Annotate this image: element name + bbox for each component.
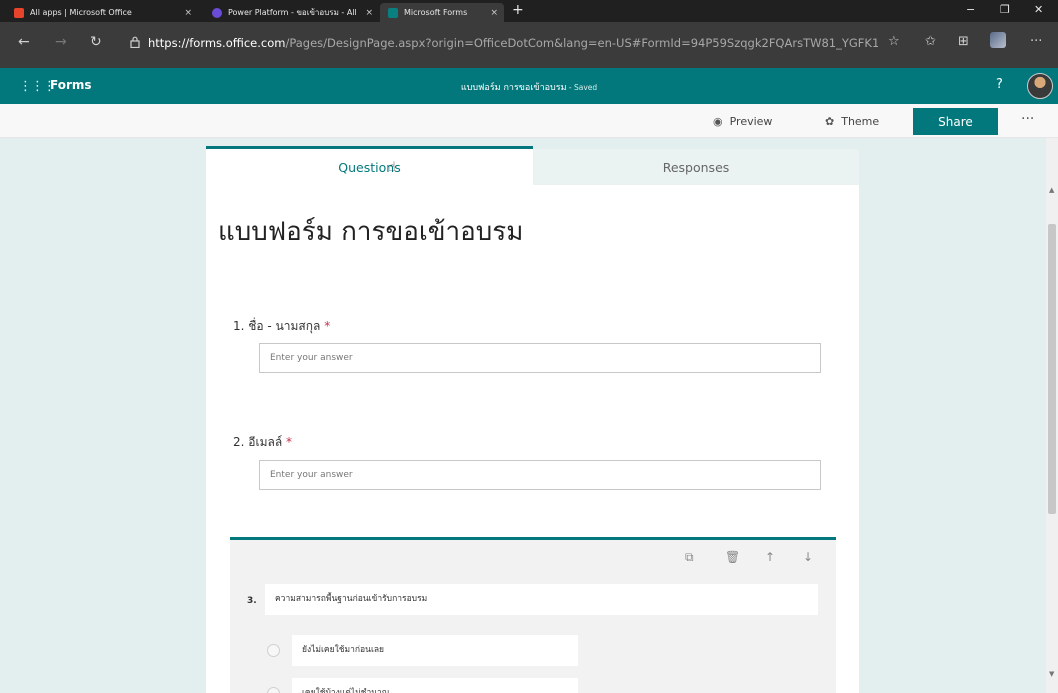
favorites-icon[interactable]: ✩ <box>925 34 936 49</box>
tab-close-icon[interactable]: × <box>184 8 192 18</box>
document-title: แบบฟอร์ม การขอเข้าอบรม - Saved <box>0 80 1058 94</box>
question-2-text: 2. อีเมลล์ <box>233 435 283 449</box>
office-icon <box>14 7 24 18</box>
power-platform-icon <box>212 7 222 18</box>
lock-icon <box>130 36 140 48</box>
forward-icon[interactable]: → <box>55 34 67 50</box>
collections-icon[interactable]: ⊞ <box>958 34 969 49</box>
question-1-label: 1. ชื่อ - นามสกุล * <box>233 317 330 336</box>
browser-tab-power-platform[interactable]: Power Platform - ขอเข้าอบรม - All × <box>204 3 379 22</box>
scroll-thumb[interactable] <box>1048 224 1056 514</box>
question-2-label: 2. อีเมลล์ * <box>233 433 292 452</box>
tab-close-icon[interactable]: × <box>490 8 498 18</box>
back-icon[interactable]: ← <box>18 34 30 50</box>
help-icon[interactable]: ? <box>996 77 1003 92</box>
option-2-radio[interactable] <box>267 687 280 693</box>
scroll-up-icon[interactable]: ▲ <box>1049 186 1054 194</box>
tab-title: Power Platform - ขอเข้าอบรม - All <box>228 8 357 17</box>
question-3-text-input[interactable]: ความสามารถพื้นฐานก่อนเข้ารับการอบรม <box>265 584 818 615</box>
preview-label: Preview <box>729 115 773 128</box>
option-1-radio[interactable] <box>267 644 280 657</box>
forms-header: ⋮⋮⋮ Forms แบบฟอร์ม การขอเข้าอบรม - Saved… <box>0 68 1058 104</box>
url-host: forms.office.com <box>189 36 286 50</box>
preview-button[interactable]: ◉ Preview <box>713 115 772 128</box>
url-field[interactable]: https://forms.office.com/Pages/DesignPag… <box>148 36 878 50</box>
user-avatar[interactable] <box>1027 73 1053 99</box>
form-canvas: Questions Responses ☝ แบบฟอร์ม การขอเข้า… <box>0 138 1046 693</box>
vertical-scrollbar[interactable]: ▲ ▼ <box>1046 138 1058 693</box>
refresh-icon[interactable]: ↻ <box>90 34 102 50</box>
form-card: แบบฟอร์ม การขอเข้าอบรม 1. ชื่อ - นามสกุล… <box>206 185 859 693</box>
browser-profile-icon[interactable] <box>990 32 1006 48</box>
minimize-icon[interactable]: − <box>966 3 975 16</box>
tab-title: All apps | Microsoft Office <box>30 8 132 17</box>
new-tab-button[interactable]: + <box>512 2 524 18</box>
option-2-input[interactable]: เคยใช้บ้างแต่ไม่ชำนาญ <box>292 678 578 693</box>
question-2-answer-input[interactable]: Enter your answer <box>259 460 821 490</box>
required-asterisk: * <box>286 435 293 449</box>
tab-questions[interactable]: Questions <box>206 146 533 185</box>
move-down-icon[interactable]: ↓ <box>803 550 813 564</box>
question-3-editor[interactable]: ⧉ 🗑 ↑ ↓ 3. ความสามารถพื้นฐานก่อนเข้ารับก… <box>230 537 836 693</box>
tab-close-icon[interactable]: × <box>365 8 373 18</box>
tab-responses[interactable]: Responses <box>533 149 859 185</box>
scroll-down-icon[interactable]: ▼ <box>1049 670 1054 678</box>
more-options-icon[interactable]: ··· <box>1021 111 1034 127</box>
command-bar: ◉ Preview ✿ Theme Share ··· <box>0 104 1058 138</box>
document-title-text: แบบฟอร์ม การขอเข้าอบรม <box>460 83 567 93</box>
save-status: - Saved <box>566 83 598 92</box>
move-up-icon[interactable]: ↑ <box>765 550 775 564</box>
palette-icon: ✿ <box>825 115 835 128</box>
question-1-text: 1. ชื่อ - นามสกุล <box>233 319 321 333</box>
theme-button[interactable]: ✿ Theme <box>825 115 879 128</box>
copy-question-icon[interactable]: ⧉ <box>685 550 694 565</box>
url-scheme: https:// <box>148 36 190 50</box>
url-path: /Pages/DesignPage.aspx?origin=OfficeDotC… <box>285 36 878 50</box>
question-1-answer-input[interactable]: Enter your answer <box>259 343 821 373</box>
delete-question-icon[interactable]: 🗑 <box>725 550 740 564</box>
address-bar: ← → ↻ https://forms.office.com/Pages/Des… <box>0 22 1058 68</box>
hand-cursor-icon: ☝ <box>388 160 396 175</box>
browser-menu-icon[interactable]: ··· <box>1030 34 1042 49</box>
question-3-number: 3. <box>247 596 257 606</box>
favorite-star-icon[interactable]: ☆ <box>888 34 900 49</box>
form-title[interactable]: แบบฟอร์ม การขอเข้าอบรม <box>218 211 523 252</box>
tab-title: Microsoft Forms <box>404 8 468 17</box>
required-asterisk: * <box>324 319 331 333</box>
forms-icon <box>388 7 398 18</box>
browser-tab-strip: All apps | Microsoft Office × Power Plat… <box>0 0 1058 22</box>
share-button[interactable]: Share <box>913 108 998 135</box>
window-close-icon[interactable]: ✕ <box>1034 3 1043 16</box>
browser-tab-forms[interactable]: Microsoft Forms × <box>380 3 504 22</box>
eye-icon: ◉ <box>713 115 723 128</box>
designer-tabs: Questions Responses <box>206 146 859 185</box>
theme-label: Theme <box>841 115 880 128</box>
browser-tab-office[interactable]: All apps | Microsoft Office × <box>6 3 198 22</box>
option-1-input[interactable]: ยังไม่เคยใช้มาก่อนเลย <box>292 635 578 666</box>
maximize-icon[interactable]: ❐ <box>1000 3 1010 16</box>
